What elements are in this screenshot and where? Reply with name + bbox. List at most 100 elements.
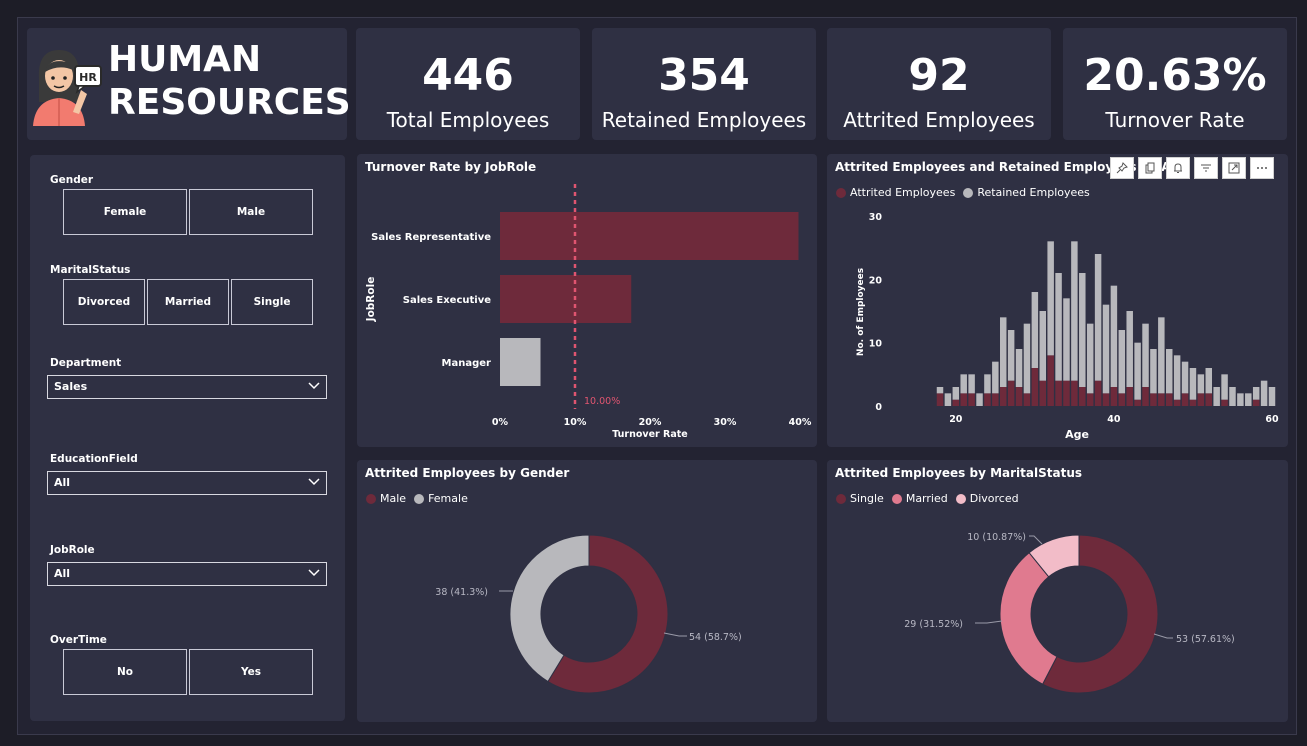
age-bar-retained	[960, 374, 967, 394]
reference-line-label: 10.00%	[584, 396, 620, 407]
age-bar-attrited	[1173, 399, 1181, 406]
age-bar-attrited	[999, 387, 1007, 406]
age-bar-attrited	[1110, 387, 1118, 406]
chevron-down-icon	[308, 382, 320, 390]
age-bar-attrited	[1055, 380, 1062, 406]
jobrole-bar	[500, 338, 541, 386]
jobrole-bar-chart: Sales Representative Sales Executive Manag…	[365, 184, 812, 440]
dashboard-title-line1: HUMAN	[108, 39, 262, 80]
age-bar-attrited	[1007, 380, 1015, 406]
overtime-yes-button[interactable]: Yes	[189, 649, 313, 695]
x-tick-label: 40	[1107, 414, 1121, 425]
age-bar-attrited	[952, 399, 960, 406]
age-bar-retained	[992, 361, 999, 394]
jobrole-category-label: Manager	[442, 358, 492, 369]
x-tick-label: 60	[1265, 414, 1279, 425]
age-bar-retained	[1237, 393, 1244, 406]
age-bar-retained	[1023, 323, 1031, 394]
jobrole-dropdown[interactable]: All	[47, 562, 327, 586]
age-bar-attrited	[1189, 399, 1197, 406]
data-label-leader	[663, 632, 687, 637]
marital-chart-panel: Attrited Employees by MaritalStatus Sing…	[827, 460, 1288, 722]
age-bar-retained	[1245, 393, 1252, 406]
education-dropdown[interactable]: All	[47, 471, 327, 495]
age-bar-attrited	[1221, 399, 1228, 406]
kpi-card-total: 446 Total Employees	[356, 28, 580, 140]
age-bar-retained	[1071, 241, 1078, 381]
age-bar-attrited	[1102, 393, 1110, 406]
age-bar-retained	[1252, 387, 1260, 400]
department-dropdown-value: Sales	[54, 380, 88, 393]
age-bar-retained	[1007, 330, 1015, 381]
age-bar-retained	[1181, 361, 1189, 394]
x-tick-label: 10%	[564, 417, 587, 428]
age-bar-retained	[1086, 323, 1094, 394]
report-canvas: HR HUMAN RESOURCES 446 Total Employees 3…	[17, 17, 1297, 735]
age-bar-attrited	[1063, 380, 1070, 406]
jobrole-bar	[500, 212, 799, 260]
education-slicer-label: EducationField	[50, 453, 138, 465]
x-tick-label: 20	[949, 414, 963, 425]
data-label-leader	[1029, 535, 1043, 545]
kpi-total-label: Total Employees	[386, 108, 550, 132]
age-bar-attrited	[1252, 399, 1260, 406]
age-bar-attrited	[1079, 387, 1086, 406]
age-bar-retained	[1134, 342, 1141, 400]
age-bar-retained	[1063, 298, 1070, 381]
donut-data-label: 54 (58.7%)	[689, 632, 742, 643]
age-bar-retained	[1229, 387, 1236, 406]
donut-slice	[509, 534, 590, 683]
age-bar-attrited	[968, 393, 975, 406]
marital-single-button[interactable]: Single	[231, 279, 313, 325]
age-bar-retained	[1205, 368, 1213, 394]
age-bar-retained	[936, 387, 944, 394]
x-tick-label: 20%	[639, 417, 662, 428]
donut-data-label: 53 (57.61%)	[1176, 634, 1235, 645]
y-axis-title: No. of Employees	[856, 268, 866, 356]
gender-female-button[interactable]: Female	[63, 189, 187, 235]
hr-badge-text: HR	[79, 71, 97, 84]
donut-data-label: 29 (31.52%)	[904, 619, 963, 630]
age-bar-retained	[1047, 241, 1054, 356]
y-tick-label: 20	[869, 275, 883, 286]
data-label-leader	[1153, 633, 1173, 639]
title-card: HR HUMAN RESOURCES	[27, 28, 351, 140]
jobrole-bar	[500, 275, 632, 323]
age-bar-attrited	[1165, 393, 1173, 406]
jobrole-category-label: Sales Representative	[371, 232, 491, 243]
overtime-slicer-label: OverTime	[50, 634, 107, 646]
age-bar-attrited	[1134, 399, 1141, 406]
age-bar-retained	[944, 393, 952, 406]
x-axis-title: Age	[1065, 428, 1089, 441]
age-bar-retained	[1150, 349, 1157, 394]
age-bar-retained	[1031, 292, 1039, 368]
department-dropdown[interactable]: Sales	[47, 375, 327, 399]
education-dropdown-value: All	[54, 476, 71, 489]
filters-panel: Gender Female Male MaritalStatus Divorce…	[30, 155, 345, 721]
gender-male-button[interactable]: Male	[189, 189, 313, 235]
age-bar-attrited	[1094, 380, 1102, 406]
age-bar-retained	[1015, 349, 1023, 387]
age-bar-attrited	[1071, 380, 1078, 406]
marital-divorced-button[interactable]: Divorced	[63, 279, 145, 325]
kpi-card-retained: 354 Retained Employees	[592, 28, 816, 140]
kpi-turnover-label: Turnover Rate	[1105, 108, 1245, 132]
age-bar-retained	[1039, 311, 1047, 381]
kpi-turnover-value: 20.63%	[1083, 50, 1267, 101]
overtime-no-button[interactable]: No	[63, 649, 187, 695]
jobrole-dropdown-value: All	[54, 567, 71, 580]
x-tick-label: 0%	[492, 417, 509, 428]
age-bar-attrited	[1023, 393, 1031, 406]
age-bar-attrited	[1158, 393, 1165, 406]
age-bar-retained	[952, 387, 960, 400]
age-bar-retained	[1126, 311, 1133, 387]
marital-slicer-label: MaritalStatus	[50, 264, 131, 276]
marital-donut-chart: 53 (57.61%) 29 (31.52%) 10 (10.87%)	[904, 532, 1235, 694]
y-tick-label: 10	[869, 339, 883, 350]
age-bar-retained	[999, 317, 1007, 387]
age-bar-retained	[1158, 317, 1165, 394]
kpi-card-turnover: 20.63% Turnover Rate	[1063, 28, 1287, 140]
age-bar-attrited	[1126, 387, 1133, 406]
dashboard-title-line2: RESOURCES	[108, 82, 351, 123]
marital-married-button[interactable]: Married	[147, 279, 229, 325]
